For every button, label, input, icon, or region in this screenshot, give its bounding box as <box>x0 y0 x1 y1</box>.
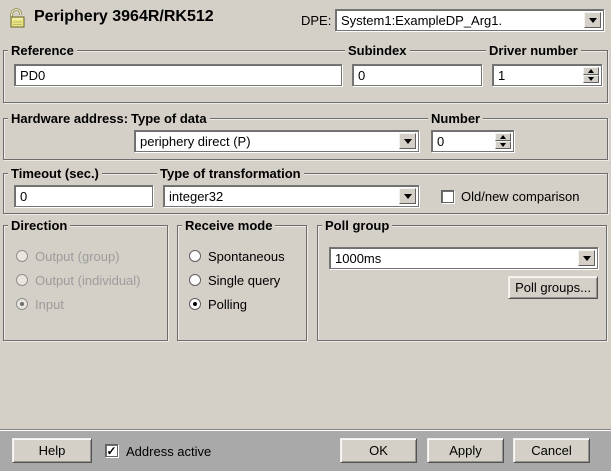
help-button[interactable]: Help <box>12 438 92 463</box>
chevron-down-icon <box>583 256 591 261</box>
apply-button[interactable]: Apply <box>427 438 504 463</box>
dialog-title: Periphery 3964R/RK512 <box>34 8 214 26</box>
radio-label: Input <box>35 297 64 312</box>
triangle-down-icon <box>588 77 594 81</box>
dpe-combobox-value: System1:ExampleDP_Arg1. <box>341 13 502 28</box>
driver-number-spinbox[interactable]: 1 <box>492 64 602 86</box>
poll-groups-button-label: Poll groups... <box>515 280 591 295</box>
radio-icon <box>189 298 201 310</box>
hardware-address-label: Hardware address: <box>8 111 131 126</box>
subindex-input-value: 0 <box>358 68 365 83</box>
apply-button-label: Apply <box>449 443 482 458</box>
hardware-address-group: Hardware address: Type of data Number pe… <box>3 118 608 160</box>
radio-icon <box>189 250 201 262</box>
spin-down-button[interactable] <box>495 141 511 149</box>
check-icon: ✓ <box>106 446 116 456</box>
address-active-label: Address active <box>126 444 211 459</box>
timeout-value: 0 <box>20 189 27 204</box>
timeout-group: Timeout (sec.) Type of transformation 0 … <box>3 173 608 214</box>
poll-group-label: Poll group <box>322 218 392 233</box>
open-padlock-icon <box>7 5 29 34</box>
address-active-checkbox[interactable]: ✓ <box>105 444 118 457</box>
type-of-data-dropdown-button[interactable] <box>399 133 416 149</box>
type-of-data-value: periphery direct (P) <box>140 134 251 149</box>
timeout-input[interactable]: 0 <box>14 185 153 207</box>
poll-interval-value: 1000ms <box>335 251 381 266</box>
chevron-down-icon <box>404 139 412 144</box>
transformation-label: Type of transformation <box>157 166 304 181</box>
radio-label: Polling <box>208 297 247 312</box>
poll-groups-button[interactable]: Poll groups... <box>508 276 598 299</box>
reference-input-value: PD0 <box>20 68 45 83</box>
driver-number-spinner <box>583 67 599 83</box>
transformation-combobox[interactable]: integer32 <box>163 185 419 207</box>
cancel-button-label: Cancel <box>531 443 571 458</box>
reference-group: Reference Subindex Driver number PD0 0 1 <box>3 50 608 103</box>
old-new-comparison-checkbox[interactable] <box>441 190 454 203</box>
number-value: 0 <box>437 134 444 149</box>
subindex-group-label: Subindex <box>345 43 410 58</box>
transformation-value: integer32 <box>169 189 223 204</box>
type-of-data-combobox[interactable]: periphery direct (P) <box>134 130 419 152</box>
spin-up-button[interactable] <box>495 133 511 141</box>
reference-group-label: Reference <box>8 43 77 58</box>
subindex-input[interactable]: 0 <box>352 64 482 86</box>
spin-up-button[interactable] <box>583 67 599 75</box>
number-label: Number <box>428 111 483 126</box>
radio-icon <box>16 298 28 310</box>
radio-label: Spontaneous <box>208 249 285 264</box>
help-button-label: Help <box>39 443 66 458</box>
radio-icon <box>16 274 28 286</box>
number-spinner <box>495 133 511 149</box>
cancel-button[interactable]: Cancel <box>513 438 590 463</box>
reference-input[interactable]: PD0 <box>14 64 342 86</box>
poll-interval-dropdown-button[interactable] <box>578 250 595 266</box>
receive-mode-group-label: Receive mode <box>182 218 275 233</box>
chevron-down-icon <box>404 194 412 199</box>
triangle-up-icon <box>588 69 594 73</box>
radio-label: Output (individual) <box>35 273 141 288</box>
dpe-label: DPE: <box>301 13 331 28</box>
periphery-address-dialog: Periphery 3964R/RK512 DPE: System1:Examp… <box>0 0 611 471</box>
poll-group: Poll group 1000ms Poll groups... <box>317 225 607 341</box>
receive-mode-group: Receive mode Spontaneous Single query Po… <box>177 225 307 341</box>
type-of-data-label: Type of data <box>128 111 210 126</box>
driver-number-group-label: Driver number <box>486 43 581 58</box>
triangle-down-icon <box>500 143 506 147</box>
radio-label: Single query <box>208 273 280 288</box>
chevron-down-icon <box>589 18 597 23</box>
direction-group: Direction Output (group) Output (individ… <box>3 225 168 341</box>
triangle-up-icon <box>500 135 506 139</box>
number-spinbox[interactable]: 0 <box>431 130 514 152</box>
spin-down-button[interactable] <box>583 75 599 83</box>
radio-icon <box>16 250 28 262</box>
dpe-combobox[interactable]: System1:ExampleDP_Arg1. <box>335 9 604 31</box>
timeout-label: Timeout (sec.) <box>8 166 102 181</box>
transformation-dropdown-button[interactable] <box>399 188 416 204</box>
driver-number-value: 1 <box>498 68 505 83</box>
direction-group-label: Direction <box>8 218 70 233</box>
radio-icon <box>189 274 201 286</box>
dpe-dropdown-button[interactable] <box>584 12 601 28</box>
poll-interval-combobox[interactable]: 1000ms <box>329 247 598 269</box>
radio-label: Output (group) <box>35 249 120 264</box>
old-new-comparison-label: Old/new comparison <box>461 189 580 204</box>
ok-button-label: OK <box>369 443 388 458</box>
footer-bar: Help ✓ Address active OK Apply Cancel <box>0 429 611 471</box>
ok-button[interactable]: OK <box>340 438 417 463</box>
